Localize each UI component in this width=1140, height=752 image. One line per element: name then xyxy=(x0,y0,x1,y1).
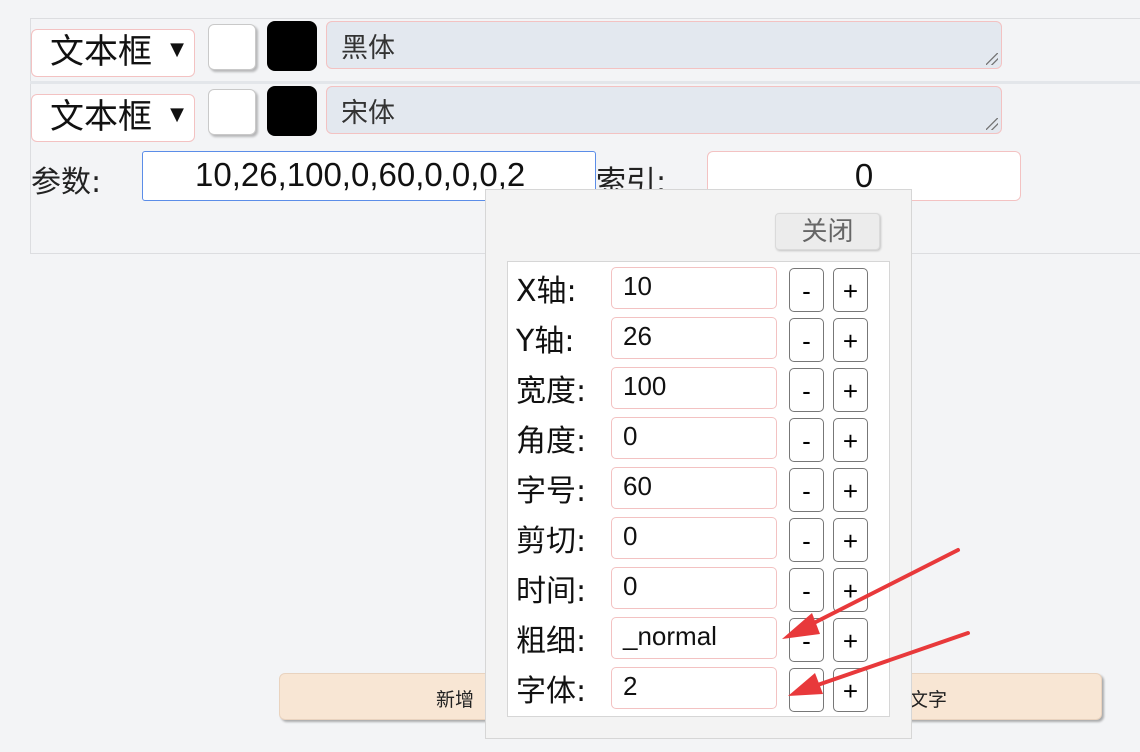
params-label: 参数: xyxy=(31,165,102,200)
param-editor-popup: 关闭 X轴: 10 - + Y轴: 26 - + 宽度: 100 - + 角度:… xyxy=(485,189,912,739)
param-value-input[interactable]: 60 xyxy=(611,467,777,509)
row-divider xyxy=(30,81,1140,84)
resize-grip-icon[interactable] xyxy=(986,118,998,130)
decrement-button[interactable]: - xyxy=(789,468,824,512)
decrement-button[interactable]: - xyxy=(789,268,824,312)
decrement-button[interactable]: - xyxy=(789,568,824,612)
param-value-input[interactable]: 10 xyxy=(611,267,777,309)
decrement-button[interactable]: - xyxy=(789,418,824,462)
param-value-input[interactable]: 0 xyxy=(611,417,777,459)
decrement-button[interactable]: - xyxy=(789,668,824,712)
font-name-field-1[interactable]: 黑体 xyxy=(326,21,1002,69)
increment-button[interactable]: + xyxy=(833,568,868,612)
increment-button[interactable]: + xyxy=(833,368,868,412)
param-label: 字号: xyxy=(516,474,587,509)
param-row-y: Y轴: 26 - + xyxy=(508,312,891,362)
dropdown-arrow-icon: ▼ xyxy=(170,104,184,125)
dropdown-arrow-icon: ▼ xyxy=(170,39,184,60)
decrement-button[interactable]: - xyxy=(789,618,824,662)
increment-button[interactable]: + xyxy=(833,468,868,512)
param-label: 时间: xyxy=(516,574,587,609)
param-row-clip: 剪切: 0 - + xyxy=(508,512,891,562)
param-label: 剪切: xyxy=(516,524,587,559)
param-value-input[interactable]: _normal xyxy=(611,617,777,659)
add-button-text-right: 文字 xyxy=(909,689,948,711)
font-name-field-2[interactable]: 宋体 xyxy=(326,86,1002,134)
param-row-x: X轴: 10 - + xyxy=(508,262,891,312)
add-button-text-left: 新增 xyxy=(436,689,475,711)
layer-blank-button-1[interactable] xyxy=(208,24,256,70)
param-editor-list: X轴: 10 - + Y轴: 26 - + 宽度: 100 - + 角度: 0 … xyxy=(507,261,890,717)
increment-button[interactable]: + xyxy=(833,618,868,662)
layer-type-select-1[interactable]: 文本框 ▼ xyxy=(31,29,195,77)
param-value-input[interactable]: 26 xyxy=(611,317,777,359)
increment-button[interactable]: + xyxy=(833,518,868,562)
layer-type-label: 文本框 xyxy=(50,97,152,137)
param-label: 宽度: xyxy=(516,374,587,409)
param-row-font-size: 字号: 60 - + xyxy=(508,462,891,512)
param-label: Y轴: xyxy=(516,324,575,359)
resize-grip-icon[interactable] xyxy=(986,53,998,65)
layer-type-label: 文本框 xyxy=(50,32,152,72)
decrement-button[interactable]: - xyxy=(789,368,824,412)
decrement-button[interactable]: - xyxy=(789,318,824,362)
param-value-input[interactable]: 0 xyxy=(611,517,777,559)
param-value-input[interactable]: 100 xyxy=(611,367,777,409)
param-value-input[interactable]: 0 xyxy=(611,567,777,609)
param-value-input[interactable]: 2 xyxy=(611,667,777,709)
close-button[interactable]: 关闭 xyxy=(775,213,880,250)
increment-button[interactable]: + xyxy=(833,668,868,712)
increment-button[interactable]: + xyxy=(833,268,868,312)
layer-type-select-2[interactable]: 文本框 ▼ xyxy=(31,94,195,142)
param-row-time: 时间: 0 - + xyxy=(508,562,891,612)
param-label: 字体: xyxy=(516,674,587,709)
increment-button[interactable]: + xyxy=(833,318,868,362)
param-row-font: 字体: 2 - + xyxy=(508,662,891,712)
param-label: 粗细: xyxy=(516,624,587,659)
param-label: 角度: xyxy=(516,424,587,459)
font-name-text: 黑体 xyxy=(341,33,395,64)
layer-blank-button-2[interactable] xyxy=(208,89,256,135)
color-swatch-2[interactable] xyxy=(267,86,317,136)
param-row-width: 宽度: 100 - + xyxy=(508,362,891,412)
increment-button[interactable]: + xyxy=(833,418,868,462)
param-label: X轴: xyxy=(516,274,577,309)
font-name-text: 宋体 xyxy=(341,98,395,129)
color-swatch-1[interactable] xyxy=(267,21,317,71)
param-row-weight: 粗细: _normal - + xyxy=(508,612,891,662)
decrement-button[interactable]: - xyxy=(789,518,824,562)
param-row-angle: 角度: 0 - + xyxy=(508,412,891,462)
